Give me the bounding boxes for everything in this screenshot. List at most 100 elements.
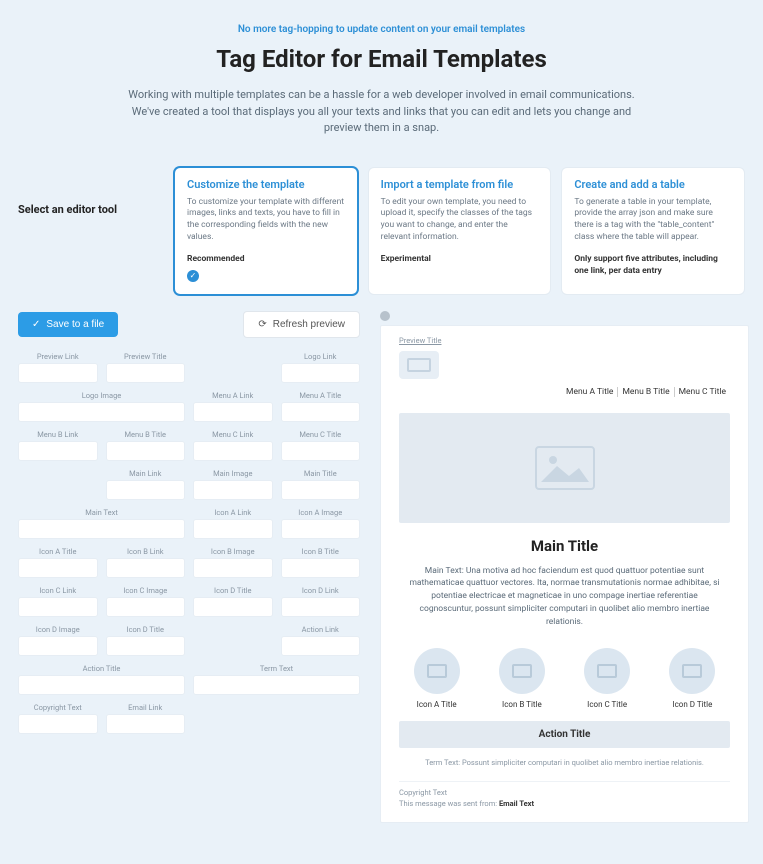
field-input[interactable] [281,519,361,539]
card-note: Only support five attributes, including … [574,254,732,278]
hero-subtitle: Working with multiple templates can be a… [122,87,642,137]
field-label: Menu C Title [281,430,361,439]
refresh-button[interactable]: ⟳ Refresh preview [243,311,360,338]
form-field: Icon D Title [106,625,186,656]
field-input[interactable] [106,714,186,734]
field-label: Preview Link [18,352,98,361]
preview-icon-row: Icon A TitleIcon B TitleIcon C TitleIcon… [399,648,730,709]
field-input[interactable] [281,363,361,383]
tool-cards: Customize the templateTo customize your … [174,167,745,295]
field-label: Copyright Text [18,703,98,712]
field-input[interactable] [193,558,273,578]
preview-icon-item: Icon D Title [655,648,730,709]
select-label: Select an editor tool [18,167,158,216]
form-field: Main Link [106,469,186,500]
icon-circle [584,648,630,694]
field-input[interactable] [106,363,186,383]
field-input[interactable] [18,597,98,617]
field-input[interactable] [106,441,186,461]
field-input[interactable] [193,519,273,539]
form-field: Menu A Link [193,391,273,422]
form-field: Icon B Image [193,547,273,578]
field-input[interactable] [193,441,273,461]
preview-main-title: Main Title [399,537,730,555]
form-field: Icon D Image [18,625,98,656]
field-input[interactable] [18,714,98,734]
preview-sent-line: This message was sent from: Email Text [399,799,730,808]
field-input[interactable] [281,636,361,656]
preview-action-button[interactable]: Action Title [399,721,730,748]
tool-card[interactable]: Import a template from fileTo edit your … [368,167,552,295]
form-field: Term Text [193,664,360,695]
card-tag: Recommended [187,254,345,264]
field-input[interactable] [18,675,185,695]
preview-logo [399,351,439,379]
icon-label: Icon A Title [399,700,474,709]
preview-hero-image [399,413,730,523]
field-input[interactable] [193,480,273,500]
refresh-icon: ⟳ [258,319,266,330]
field-label: Term Text [193,664,360,673]
preview-grip [380,311,749,321]
field-label: Icon D Link [281,586,361,595]
tool-card[interactable]: Create and add a table To generate a tabl… [561,167,745,295]
field-label: Logo Link [281,352,361,361]
field-input[interactable] [106,558,186,578]
field-input[interactable] [281,480,361,500]
form-field: Icon A Image [281,508,361,539]
preview-top-link[interactable]: Preview Title [399,336,441,345]
field-input[interactable] [281,402,361,422]
image-placeholder-icon [535,446,595,490]
form-field: Main Image [193,469,273,500]
field-label: Icon A Title [18,547,98,556]
field-input[interactable] [18,441,98,461]
tool-card[interactable]: Customize the templateTo customize your … [174,167,358,295]
icon-circle [669,648,715,694]
field-input[interactable] [281,558,361,578]
field-input[interactable] [18,363,98,383]
field-label: Main Link [106,469,186,478]
form-field: Icon C Link [18,586,98,617]
field-input[interactable] [193,597,273,617]
field-input[interactable] [18,519,185,539]
form-field: Icon B Title [281,547,361,578]
field-input[interactable] [18,402,185,422]
icon-label: Icon D Title [655,700,730,709]
hero: No more tag-hopping to update content on… [0,0,763,149]
form-field: Action Title [18,664,185,695]
save-button[interactable]: ✓ Save to a file [18,312,118,337]
icon-circle [499,648,545,694]
card-desc: To generate a table in your template, pr… [574,197,732,245]
preview-copyright: Copyright Text [399,788,730,797]
form-field: Icon A Title [18,547,98,578]
preview-email-link[interactable]: Email Text [499,799,534,808]
field-label: Preview Title [106,352,186,361]
field-label: Action Link [281,625,361,634]
field-input[interactable] [106,597,186,617]
field-input[interactable] [281,597,361,617]
icon-circle [414,648,460,694]
field-label: Icon D Title [106,625,186,634]
field-input[interactable] [281,441,361,461]
field-label: Menu C Link [193,430,273,439]
form-field: Menu B Link [18,430,98,461]
card-tag: Experimental [381,254,539,264]
card-title: Create and add a table [574,178,732,191]
workspace: ✓ Save to a file ⟳ Refresh preview Previ… [0,301,763,844]
field-label: Icon B Title [281,547,361,556]
field-input[interactable] [193,675,360,695]
field-label: Icon D Image [18,625,98,634]
field-input[interactable] [106,636,186,656]
preview-menu-item[interactable]: Menu C Title [674,387,730,397]
form-field: Icon D Link [281,586,361,617]
grip-dot-icon [380,311,390,321]
preview-menu-item[interactable]: Menu A Title [562,387,617,397]
field-label: Email Link [106,703,186,712]
card-title: Import a template from file [381,178,539,191]
field-input[interactable] [18,558,98,578]
form-field: Menu C Link [193,430,273,461]
field-input[interactable] [193,402,273,422]
field-input[interactable] [106,480,186,500]
field-input[interactable] [18,636,98,656]
preview-menu-item[interactable]: Menu B Title [617,387,673,397]
